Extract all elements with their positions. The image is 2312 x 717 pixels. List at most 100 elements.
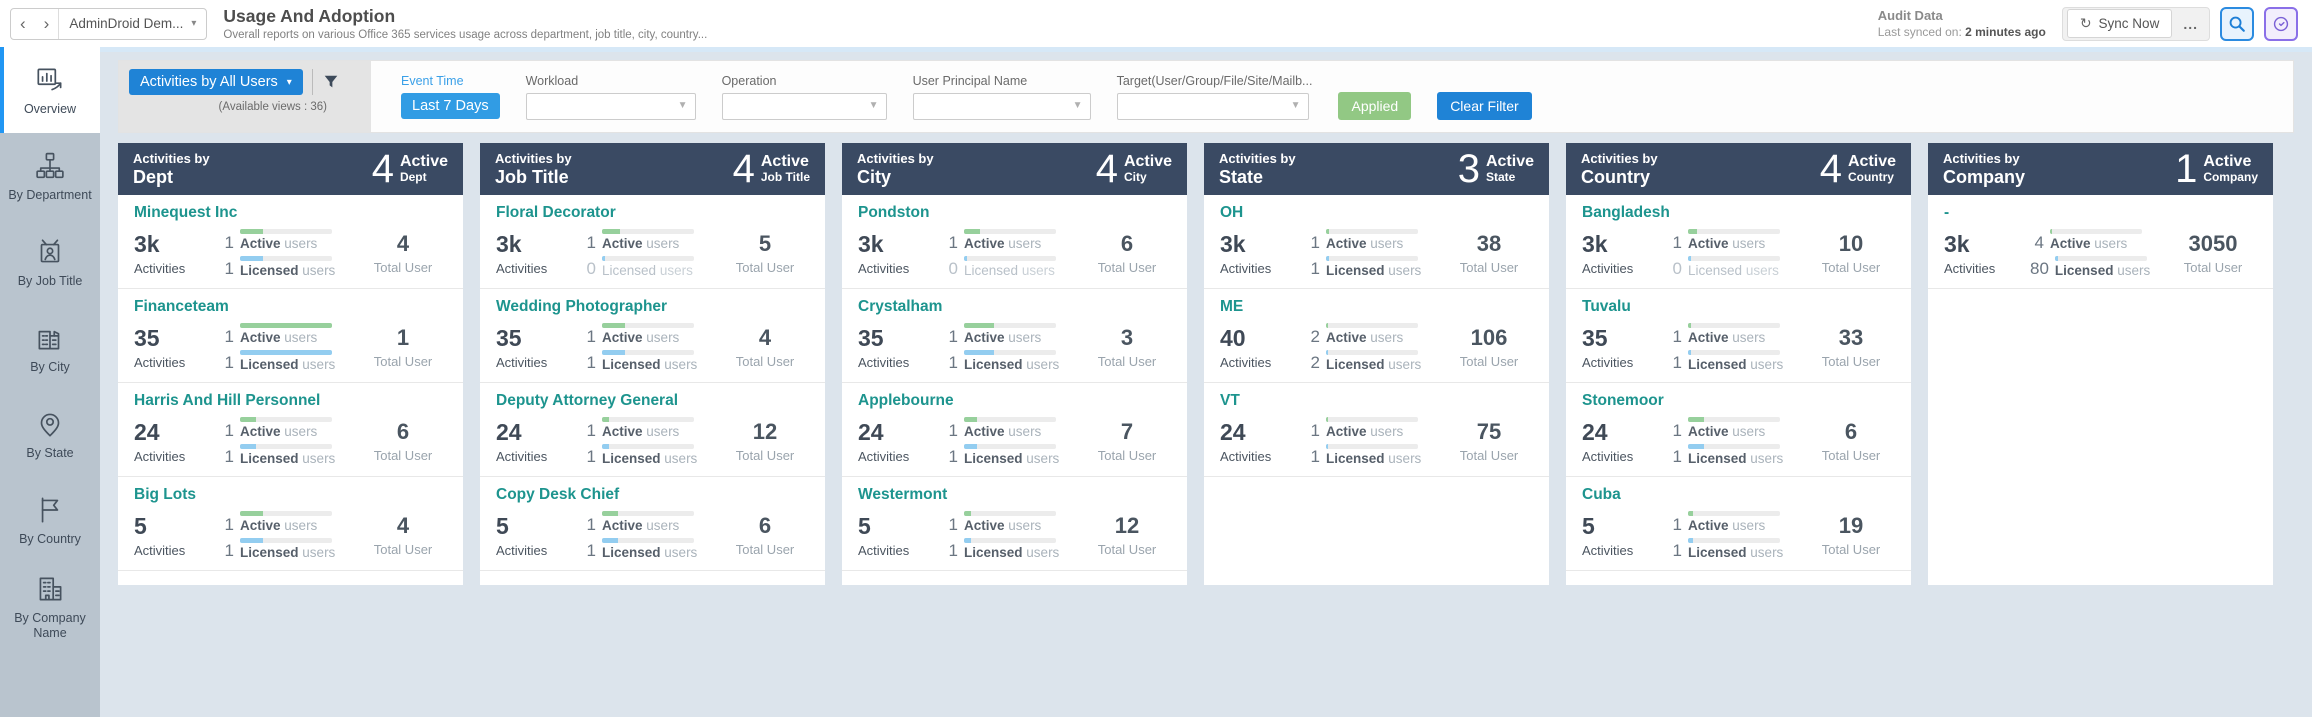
entity-name[interactable]: Wedding Photographer xyxy=(496,298,809,316)
nav-back-button[interactable]: ‹ xyxy=(11,9,35,39)
entity-name[interactable]: Tuvalu xyxy=(1582,298,1895,316)
entity-name[interactable]: Big Lots xyxy=(134,486,447,504)
entity-name[interactable]: Bangladesh xyxy=(1582,204,1895,222)
active-word: Active xyxy=(1688,518,1729,533)
licensed-users-bar xyxy=(602,350,694,355)
nav-forward-button[interactable]: › xyxy=(35,9,59,39)
licensed-users-label: Licensed users xyxy=(240,452,335,466)
tenant-name: AdminDroid Dem... xyxy=(69,16,183,31)
entity-name[interactable]: Minequest Inc xyxy=(134,204,447,222)
users-word: users xyxy=(1732,330,1765,345)
card-title-prefix: Activities by xyxy=(1581,151,1658,166)
total-users-count: 7 xyxy=(1083,419,1171,445)
schedule-button[interactable] xyxy=(2264,7,2298,41)
summary-card: Activities by Dept 4 Active Dept Mineque… xyxy=(118,143,463,585)
sidebar-item-by-country[interactable]: By Country xyxy=(0,477,100,563)
total-user-label: Total User xyxy=(359,542,447,557)
entity-name[interactable]: - xyxy=(1944,204,2257,222)
entity-name[interactable]: Westermont xyxy=(858,486,1171,504)
users-word: users xyxy=(660,263,693,278)
total-users-count: 1 xyxy=(359,325,447,351)
users-word: users xyxy=(302,263,335,278)
user-principal-name-select[interactable]: ▼ xyxy=(913,93,1091,120)
entity-name[interactable]: Deputy Attorney General xyxy=(496,392,809,410)
view-selector-panel: Activities by All Users ▾ (Available vie… xyxy=(119,61,371,132)
card-title-prefix: Activities by xyxy=(495,151,572,166)
active-users-count: 1 xyxy=(944,234,958,251)
sidebar-item-overview[interactable]: Overview xyxy=(0,47,100,133)
clear-filter-button[interactable]: Clear Filter xyxy=(1437,92,1531,120)
total-users-count: 12 xyxy=(721,419,809,445)
users-word: users xyxy=(1370,236,1403,251)
entity-row: Pondston 3k Activities 1 Active users 0 xyxy=(842,195,1187,289)
operation-select[interactable]: ▼ xyxy=(722,93,887,120)
sidebar-item-by-city[interactable]: By City xyxy=(0,305,100,391)
filter-bar: Activities by All Users ▾ (Available vie… xyxy=(118,60,2294,133)
sidebar-item-by-company-name[interactable]: By Company Name xyxy=(0,563,100,649)
entity-name[interactable]: Stonemoor xyxy=(1582,392,1895,410)
card-active-sub: Job Title xyxy=(761,170,810,184)
active-users-bar xyxy=(240,511,332,516)
more-options-button[interactable]: ... xyxy=(2174,16,2207,32)
users-word: users xyxy=(1750,451,1783,466)
event-time-button[interactable]: Last 7 Days xyxy=(401,93,500,119)
tenant-dropdown[interactable]: AdminDroid Dem... ▾ xyxy=(59,16,206,31)
entity-name[interactable]: Financeteam xyxy=(134,298,447,316)
licensed-word: Licensed xyxy=(602,357,661,372)
licensed-users-bar-fill xyxy=(1326,444,1328,449)
card-active-label: Active xyxy=(2203,154,2258,171)
total-user-label: Total User xyxy=(1445,448,1533,463)
licensed-users-count: 1 xyxy=(944,354,958,371)
licensed-users-count: 80 xyxy=(2030,260,2049,277)
total-users-count: 12 xyxy=(1083,513,1171,539)
search-button[interactable] xyxy=(2220,7,2254,41)
licensed-word: Licensed xyxy=(240,357,299,372)
users-word: users xyxy=(646,330,679,345)
last-synced-value: 2 minutes ago xyxy=(1965,25,2046,39)
active-users-bar-fill xyxy=(602,511,618,516)
entity-name[interactable]: Applebourne xyxy=(858,392,1171,410)
filter-funnel-button[interactable] xyxy=(322,73,340,91)
workload-select[interactable]: ▼ xyxy=(526,93,696,120)
licensed-users-bar-fill xyxy=(1688,350,1691,355)
sidebar-item-by-state[interactable]: By State xyxy=(0,391,100,477)
entity-name[interactable]: Floral Decorator xyxy=(496,204,809,222)
activities-label: Activities xyxy=(496,449,582,464)
entity-name[interactable]: Harris And Hill Personnel xyxy=(134,392,447,410)
map-pin-icon xyxy=(33,407,67,441)
activities-label: Activities xyxy=(858,543,944,558)
entity-name[interactable]: VT xyxy=(1220,392,1533,410)
entity-name[interactable]: ME xyxy=(1220,298,1533,316)
active-word: Active xyxy=(964,236,1005,251)
applied-button[interactable]: Applied xyxy=(1338,92,1411,120)
users-word: users xyxy=(284,330,317,345)
entity-name[interactable]: OH xyxy=(1220,204,1533,222)
view-dropdown-button[interactable]: Activities by All Users ▾ xyxy=(129,69,303,95)
licensed-users-count: 1 xyxy=(1668,448,1682,465)
sidebar-item-by-job-title[interactable]: By Job Title xyxy=(0,219,100,305)
active-users-bar-fill xyxy=(1688,417,1704,422)
entity-name[interactable]: Copy Desk Chief xyxy=(496,486,809,504)
entity-name[interactable]: Cuba xyxy=(1582,486,1895,504)
sync-now-button[interactable]: ↻ Sync Now xyxy=(2067,9,2173,38)
page-subtitle: Overall reports on various Office 365 se… xyxy=(223,29,707,41)
active-users-label: Active users xyxy=(602,237,694,251)
active-word: Active xyxy=(602,236,643,251)
entity-name[interactable]: Pondston xyxy=(858,204,1171,222)
licensed-word: Licensed xyxy=(1326,451,1385,466)
sidebar-item-by-department[interactable]: By Department xyxy=(0,133,100,219)
company-building-icon xyxy=(33,572,67,606)
target-select[interactable]: ▼ xyxy=(1117,93,1309,120)
active-users-bar xyxy=(1326,229,1418,234)
entity-name[interactable]: Crystalham xyxy=(858,298,1171,316)
users-word: users xyxy=(1732,424,1765,439)
licensed-users-bar xyxy=(1688,538,1780,543)
card-header: Activities by Company 1 Active Company xyxy=(1928,143,2273,195)
entity-row: - 3k Activities 4 Active users 80 xyxy=(1928,195,2273,289)
licensed-users-label: Licensed users xyxy=(602,452,697,466)
total-users-count: 5 xyxy=(721,231,809,257)
funnel-icon xyxy=(322,73,340,91)
overview-chart-icon xyxy=(33,63,67,97)
licensed-users-count: 0 xyxy=(1668,260,1682,277)
active-users-bar xyxy=(240,417,332,422)
